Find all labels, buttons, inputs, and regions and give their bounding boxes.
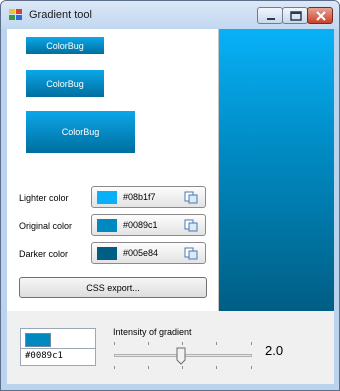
copy-icon[interactable] <box>184 247 198 260</box>
close-icon <box>316 11 326 21</box>
lighter-color-hex: #08b1f7 <box>123 192 156 202</box>
minimize-icon <box>267 18 275 20</box>
colorbug-button-small[interactable]: ColorBug <box>26 37 104 54</box>
maximize-button[interactable] <box>282 7 308 24</box>
slider-tick <box>148 342 149 345</box>
lighter-color-label: Lighter color <box>19 193 69 203</box>
close-button[interactable] <box>307 7 333 24</box>
title-bar[interactable]: Gradient tool <box>1 1 339 29</box>
slider-tick <box>251 342 252 345</box>
colorbug-button-medium[interactable]: ColorBug <box>26 70 104 97</box>
slider-tick <box>216 342 217 345</box>
slider-tick <box>114 342 115 345</box>
original-color-field[interactable]: #0089c1 <box>91 214 206 236</box>
intensity-value: 2.0 <box>265 343 284 358</box>
darker-color-hex: #005e84 <box>123 248 159 258</box>
original-color-label: Original color <box>19 221 73 231</box>
slider-tick <box>216 366 217 369</box>
slider-thumb-icon[interactable] <box>176 347 186 365</box>
picker-divider <box>21 348 95 349</box>
preview-panel: ColorBug ColorBug ColorBug Lighter color… <box>7 29 219 311</box>
slider-tick <box>148 366 149 369</box>
darker-color-label: Darker color <box>19 249 69 259</box>
picker-swatch[interactable] <box>25 333 51 347</box>
css-export-button[interactable]: CSS export... <box>19 277 207 298</box>
controls-panel: #0089c1 Intensity of gradient 2.0 <box>7 314 334 384</box>
picker-hex-input[interactable]: #0089c1 <box>25 351 63 361</box>
palette-icon <box>9 9 22 20</box>
slider-tick <box>251 366 252 369</box>
colorbug-button-large[interactable]: ColorBug <box>26 111 135 153</box>
lighter-color-swatch <box>97 191 117 204</box>
darker-color-swatch <box>97 247 117 260</box>
gradient-preview <box>219 29 334 311</box>
client-area: ColorBug ColorBug ColorBug Lighter color… <box>7 29 334 384</box>
intensity-label: Intensity of gradient <box>113 327 192 337</box>
copy-icon[interactable] <box>184 191 198 204</box>
original-color-swatch <box>97 219 117 232</box>
lighter-color-field[interactable]: #08b1f7 <box>91 186 206 208</box>
maximize-icon <box>290 11 302 21</box>
minimize-button[interactable] <box>257 7 283 24</box>
slider-tick <box>114 366 115 369</box>
color-picker[interactable]: #0089c1 <box>20 328 96 366</box>
slider-tick <box>182 342 183 345</box>
original-color-hex: #0089c1 <box>123 220 158 230</box>
copy-icon[interactable] <box>184 219 198 232</box>
darker-color-field[interactable]: #005e84 <box>91 242 206 264</box>
gradient-tool-window: Gradient tool ColorBug ColorBug ColorBug… <box>0 0 340 391</box>
window-title: Gradient tool <box>29 9 92 21</box>
slider-tick <box>182 366 183 369</box>
